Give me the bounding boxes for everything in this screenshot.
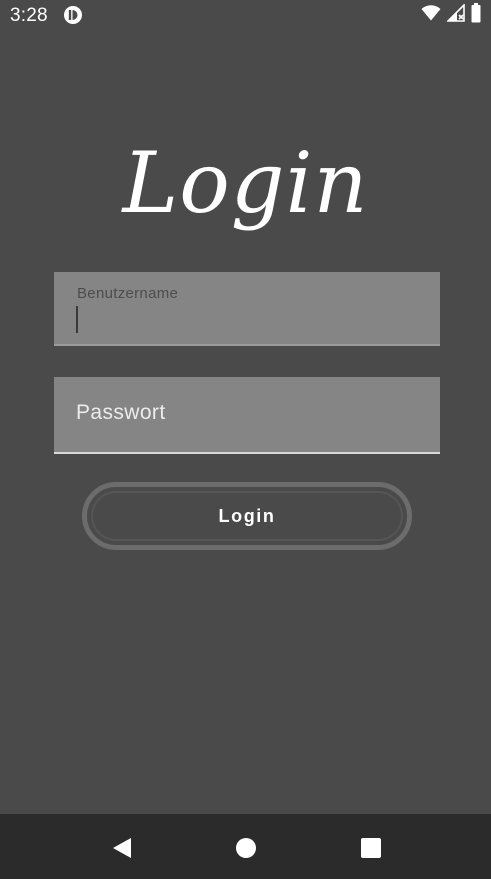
- status-icons: [421, 2, 481, 28]
- cell-signal-icon: [446, 2, 465, 27]
- battery-icon: [471, 2, 481, 28]
- status-bar: 3:28: [0, 0, 491, 32]
- login-title: Login: [122, 134, 369, 232]
- recents-icon[interactable]: [359, 836, 383, 860]
- login-button[interactable]: Login: [82, 482, 412, 550]
- username-field[interactable]: Benutzername: [54, 272, 440, 346]
- app-notification-icon: [63, 5, 83, 25]
- navigation-bar: [0, 814, 491, 879]
- password-field[interactable]: Passwort: [54, 377, 440, 454]
- home-icon[interactable]: [234, 836, 258, 860]
- login-button-label: Login: [218, 505, 276, 526]
- password-placeholder: Passwort: [76, 401, 166, 424]
- wifi-icon: [421, 4, 441, 26]
- username-input[interactable]: [76, 310, 424, 334]
- status-time: 3:28: [10, 5, 48, 26]
- login-screen: 3:28 Login Benutzername Passwort Login: [0, 0, 491, 879]
- back-icon[interactable]: [110, 836, 134, 860]
- username-label: Benutzername: [77, 285, 179, 302]
